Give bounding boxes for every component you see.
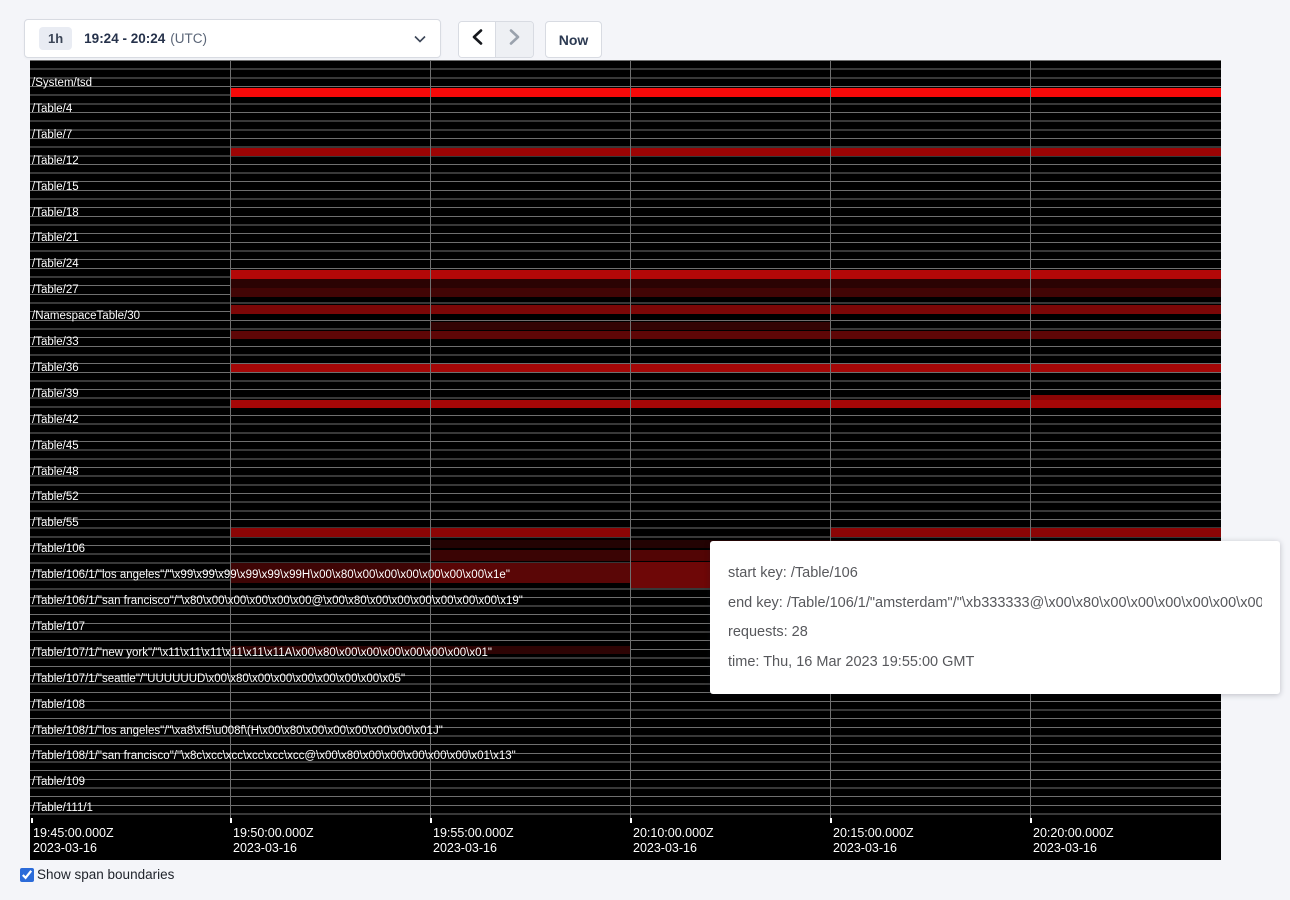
row-label: /Table/42 — [32, 414, 79, 426]
chevron-right-icon — [509, 29, 520, 50]
time-gridline — [230, 60, 231, 822]
next-time-button[interactable] — [496, 22, 533, 57]
heat-band[interactable] — [230, 400, 1221, 408]
heat-band[interactable] — [230, 364, 1221, 372]
axis-tick-mark — [430, 818, 432, 823]
tooltip-line: requests: 28 — [728, 622, 1262, 642]
row-label: /Table/48 — [32, 466, 79, 478]
axis-tick-mark — [630, 818, 632, 823]
time-gridline — [830, 60, 831, 822]
key-visualizer-heatmap[interactable]: /System/tsd/Table/4/Table/7/Table/12/Tab… — [30, 60, 1221, 860]
row-label: /Table/39 — [32, 388, 79, 400]
row-label: /Table/52 — [32, 491, 79, 503]
time-range-label: 19:24 - 20:24 — [84, 31, 165, 46]
row-label: /Table/12 — [32, 155, 79, 167]
row-label: /Table/36 — [32, 362, 79, 374]
row-label: /Table/108 — [32, 699, 85, 711]
span-boundaries-label[interactable]: Show span boundaries — [37, 867, 174, 882]
row-label: /Table/106/1/"san francisco"/"\x80\x00\x… — [32, 595, 523, 607]
heat-band[interactable] — [230, 288, 1221, 297]
axis-tick-label: 20:10:00.000Z 2023-03-16 — [633, 826, 714, 856]
row-label: /Table/45 — [32, 440, 79, 452]
axis-tick-mark — [830, 818, 832, 823]
heat-band[interactable] — [230, 88, 1221, 97]
span-boundaries-checkbox[interactable] — [20, 868, 34, 882]
chevron-left-icon — [472, 29, 483, 50]
axis-tick-label: 19:45:00.000Z 2023-03-16 — [33, 826, 114, 856]
tooltip-line: end key: /Table/106/1/"amsterdam"/"\xb33… — [728, 593, 1262, 613]
axis-tick-label: 19:55:00.000Z 2023-03-16 — [433, 826, 514, 856]
heat-band[interactable] — [830, 528, 1221, 537]
row-label: /NamespaceTable/30 — [32, 310, 140, 322]
now-button-label: Now — [559, 32, 589, 48]
axis-tick-label: 20:20:00.000Z 2023-03-16 — [1033, 826, 1114, 856]
row-label: /Table/4 — [32, 103, 72, 115]
time-gridline — [1030, 60, 1031, 822]
heat-band[interactable] — [430, 550, 630, 561]
heat-band[interactable] — [230, 331, 1221, 339]
duration-badge: 1h — [39, 27, 72, 50]
axis-tick-label: 20:15:00.000Z 2023-03-16 — [833, 826, 914, 856]
row-label: /Table/108/1/"los angeles"/"\xa8\xf5\u00… — [32, 725, 443, 737]
time-range-timezone: (UTC) — [170, 31, 207, 46]
row-label: /Table/21 — [32, 232, 79, 244]
axis-tick-mark — [31, 818, 33, 823]
axis-tick-mark — [1030, 818, 1032, 823]
span-tooltip: start key: /Table/106 end key: /Table/106… — [710, 541, 1280, 694]
tooltip-line: time: Thu, 16 Mar 2023 19:55:00 GMT — [728, 652, 1262, 672]
prev-time-button[interactable] — [459, 22, 496, 57]
time-nav-group — [458, 21, 534, 58]
row-label: /Table/27 — [32, 284, 79, 296]
row-label: /Table/24 — [32, 258, 79, 270]
row-label: /Table/107/1/"seattle"/"UUUUUUD\x00\x80\… — [32, 673, 405, 685]
row-label: /Table/107/1/"new york"/"\x11\x11\x11\x1… — [32, 647, 492, 659]
heat-band[interactable] — [230, 305, 1221, 314]
row-label: /Table/7 — [32, 129, 72, 141]
axis-tick-label: 19:50:00.000Z 2023-03-16 — [233, 826, 314, 856]
span-boundaries-control: Show span boundaries — [20, 867, 174, 882]
tooltip-line: start key: /Table/106 — [728, 563, 1262, 583]
row-label: /Table/33 — [32, 336, 79, 348]
heat-band[interactable] — [230, 270, 1221, 279]
row-label: /Table/109 — [32, 776, 85, 788]
time-gridline — [430, 60, 431, 822]
row-label: /Table/18 — [32, 207, 79, 219]
row-label: /Table/107 — [32, 621, 85, 633]
row-label: /Table/55 — [32, 517, 79, 529]
row-label: /Table/108/1/"san francisco"/"\x8c\xcc\x… — [32, 750, 516, 762]
row-label: /Table/111/1 — [32, 802, 93, 814]
chevron-down-icon — [414, 35, 426, 43]
row-label: /Table/106 — [32, 543, 85, 555]
time-gridline — [630, 60, 631, 822]
key-visualizer-page: 1h 19:24 - 20:24 (UTC) Now /System/tsd/T… — [0, 0, 1290, 900]
axis-tick-mark — [230, 818, 232, 823]
row-label: /Table/106/1/"los angeles"/"\x99\x99\x99… — [32, 569, 510, 581]
time-range-dropdown[interactable]: 1h 19:24 - 20:24 (UTC) — [24, 19, 441, 58]
row-label: /Table/15 — [32, 181, 79, 193]
span-rows-area: /System/tsd/Table/4/Table/7/Table/12/Tab… — [30, 60, 1221, 822]
heat-band[interactable] — [230, 148, 1221, 156]
now-button[interactable]: Now — [545, 21, 602, 58]
heat-band[interactable] — [230, 279, 1221, 288]
row-label: /System/tsd — [32, 77, 92, 89]
